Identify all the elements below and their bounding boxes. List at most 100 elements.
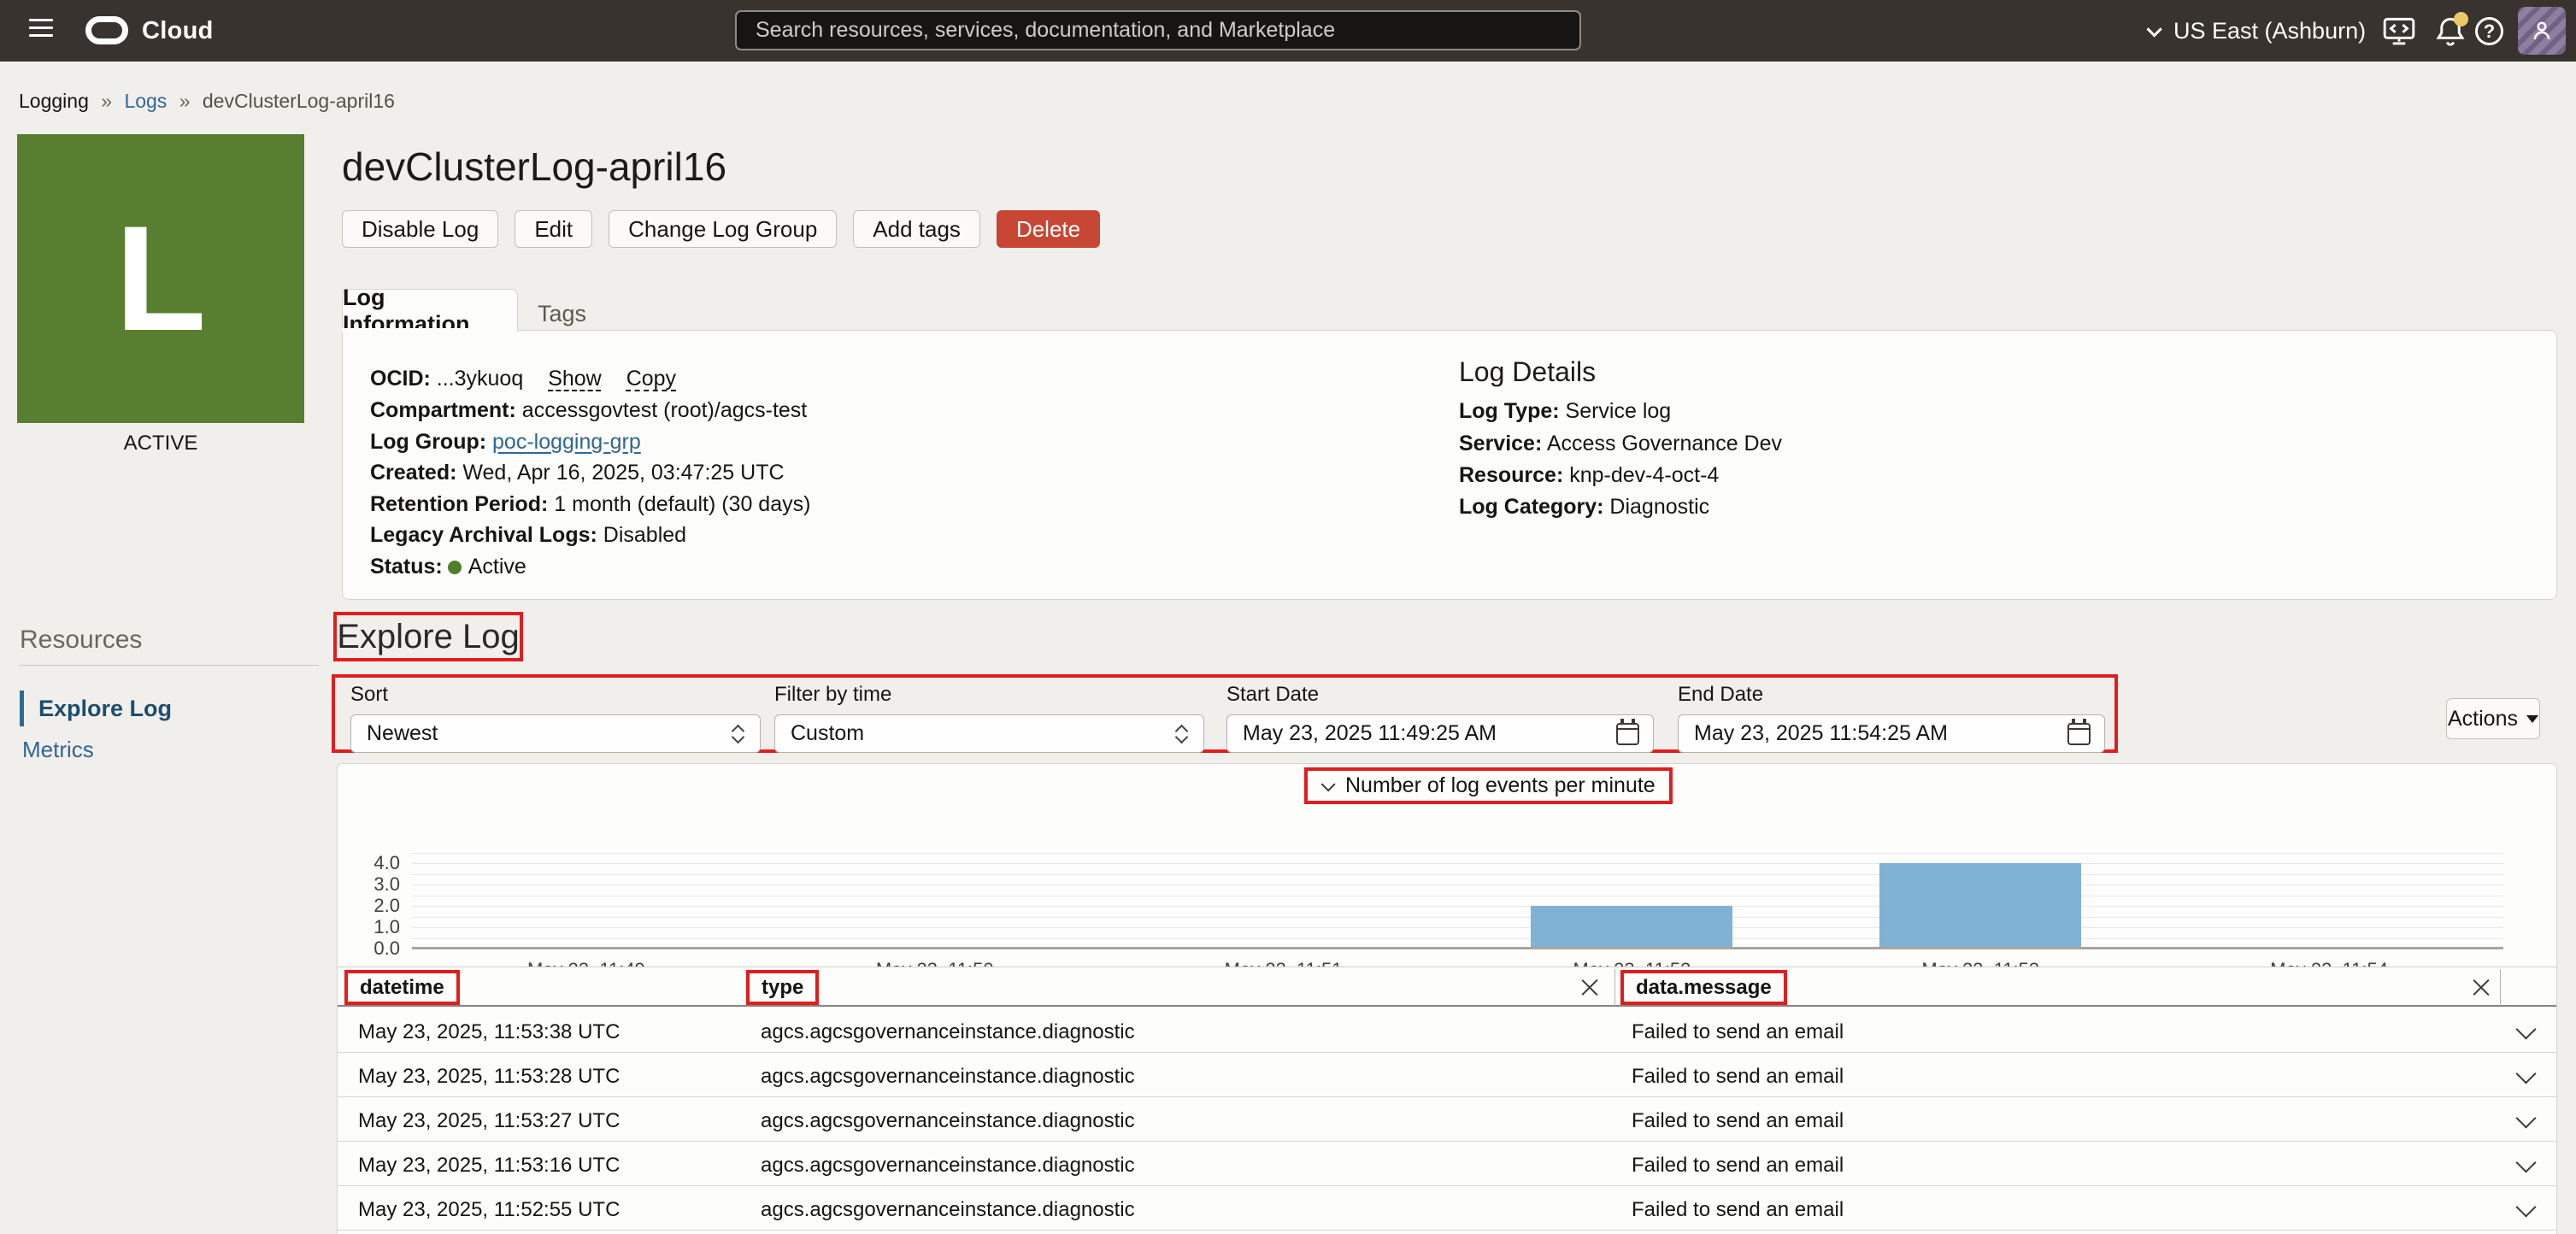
ocid-copy-link[interactable]: Copy — [626, 367, 676, 391]
caret-down-icon — [2526, 715, 2538, 723]
calendar-icon[interactable] — [2067, 723, 2091, 745]
log-category-label: Log Category: — [1459, 495, 1603, 519]
user-avatar[interactable] — [2518, 7, 2566, 55]
resource-value: knp-dev-4-oct-4 — [1569, 463, 1719, 487]
calendar-icon[interactable] — [1616, 723, 1639, 745]
log-details-heading: Log Details — [1459, 356, 1596, 388]
legacy-archival-label: Legacy Archival Logs: — [370, 523, 597, 547]
cell-datetime: May 23, 2025, 11:53:27 UTC — [358, 1109, 620, 1133]
y-tick-label: 2.0 — [350, 895, 400, 917]
region-selector[interactable]: US East (Ashburn) — [2147, 15, 2366, 46]
log-information-panel: OCID: ...3ykuoq Show Copy Compartment: a… — [342, 330, 2557, 600]
compartment-value: accessgovtest (root)/agcs-test — [522, 398, 807, 422]
created-label: Created: — [370, 461, 456, 485]
notification-badge — [2454, 12, 2468, 26]
cell-message: Failed to send an email — [1632, 1020, 1844, 1044]
chart-title: Number of log events per minute — [1345, 773, 1656, 798]
expand-row-chevron-icon[interactable] — [2515, 1196, 2536, 1217]
chart-plot: 0.01.02.03.04.0May 23, 11:49May 23, 11:5… — [412, 808, 2503, 949]
sidebar-item-explore-log[interactable]: Explore Log — [20, 690, 172, 726]
gridline — [412, 938, 2503, 939]
log-category-row: Log Category: Diagnostic — [1459, 495, 1709, 520]
oci-console-screen: Cloud US East (Ashburn) ? Logging » Logs… — [0, 0, 2576, 1234]
breadcrumb-separator: » — [101, 90, 112, 112]
expand-row-chevron-icon[interactable] — [2515, 1152, 2536, 1172]
disable-log-button[interactable]: Disable Log — [342, 210, 498, 248]
remove-message-column-icon[interactable] — [2471, 977, 2491, 997]
table-row[interactable]: May 23, 2025, 11:52:55 UTC agcs.agcsgove… — [338, 1186, 2556, 1231]
resources-divider — [20, 665, 319, 666]
ocid-label: OCID: — [370, 367, 431, 391]
brand-label: Cloud — [142, 17, 214, 45]
y-tick-label: 3.0 — [350, 873, 400, 896]
table-row[interactable]: May 23, 2025, 11:53:16 UTC agcs.agcsgove… — [338, 1142, 2556, 1186]
table-row[interactable]: May 23, 2025, 11:53:28 UTC agcs.agcsgove… — [338, 1053, 2556, 1097]
gridline — [412, 874, 2503, 875]
search-input[interactable] — [735, 10, 1581, 50]
column-divider — [1614, 969, 1615, 1006]
created-row: Created: Wed, Apr 16, 2025, 03:47:25 UTC — [370, 461, 785, 485]
cloud-shell-icon[interactable] — [2383, 15, 2415, 48]
column-header-datetime: datetime — [360, 976, 444, 1000]
ocid-show-link[interactable]: Show — [548, 367, 602, 391]
cell-datetime: May 23, 2025, 11:53:28 UTC — [358, 1065, 620, 1089]
hamburger-menu-icon[interactable] — [29, 19, 55, 41]
gridline — [412, 863, 2503, 864]
start-date-field: Start Date May 23, 2025 11:49:25 AM — [1226, 683, 1654, 753]
log-category-value: Diagnostic — [1609, 495, 1709, 519]
tab-tags[interactable]: Tags — [538, 301, 586, 327]
notifications-bell-icon[interactable] — [2434, 15, 2467, 48]
tab-log-information[interactable]: Log Information — [342, 289, 518, 332]
table-row[interactable]: May 23, 2025, 11:53:38 UTC agcs.agcsgove… — [338, 1008, 2556, 1053]
log-events-chart: 0.01.02.03.04.0May 23, 11:49May 23, 11:5… — [338, 808, 2558, 967]
remove-type-column-icon[interactable] — [1579, 977, 1600, 997]
filter-bar: Sort Newest Filter by time Custom Start … — [332, 674, 2118, 753]
log-entity-icon: L — [17, 134, 304, 423]
sort-select[interactable]: Newest — [350, 714, 761, 753]
explore-log-sheet: Number of log events per minute 0.01.02.… — [337, 763, 2557, 1234]
cell-message: Failed to send an email — [1632, 1065, 1844, 1089]
legacy-archival-row: Legacy Archival Logs: Disabled — [370, 523, 686, 548]
resource-row: Resource: knp-dev-4-oct-4 — [1459, 463, 1719, 488]
resource-label: Resource: — [1459, 463, 1563, 487]
gridline — [412, 884, 2503, 885]
select-spinner-icon — [732, 721, 746, 747]
datetime-header-annotation: datetime — [344, 970, 460, 1005]
delete-button[interactable]: Delete — [997, 210, 1100, 248]
chart-bar — [1879, 863, 2081, 949]
edit-button[interactable]: Edit — [515, 210, 592, 248]
gridline — [412, 906, 2503, 907]
cell-message: Failed to send an email — [1632, 1198, 1844, 1222]
sidebar-item-metrics[interactable]: Metrics — [22, 737, 94, 763]
change-log-group-button[interactable]: Change Log Group — [609, 210, 837, 248]
add-tags-button[interactable]: Add tags — [853, 210, 980, 248]
expand-row-chevron-icon[interactable] — [2515, 1063, 2536, 1084]
end-date-value: May 23, 2025 11:54:25 AM — [1694, 721, 1948, 746]
breadcrumb-logging[interactable]: Logging — [19, 90, 89, 112]
breadcrumb-separator: » — [179, 90, 191, 112]
service-row: Service: Access Governance Dev — [1459, 432, 1782, 456]
expand-row-chevron-icon[interactable] — [2515, 1019, 2536, 1039]
breadcrumb-logs[interactable]: Logs — [124, 90, 167, 112]
actions-dropdown-button[interactable]: Actions — [2446, 698, 2540, 739]
start-date-input[interactable]: May 23, 2025 11:49:25 AM — [1226, 714, 1654, 753]
table-row[interactable]: May 23, 2025, 11:53:27 UTC agcs.agcsgove… — [338, 1097, 2556, 1142]
region-label: US East (Ashburn) — [2173, 18, 2366, 44]
log-group-label: Log Group: — [370, 430, 486, 454]
log-group-link[interactable]: poc-logging-grp — [492, 430, 641, 454]
filter-by-time-select[interactable]: Custom — [774, 714, 1204, 753]
y-tick-label: 0.0 — [350, 937, 400, 960]
entity-letter: L — [115, 204, 207, 354]
end-date-input[interactable]: May 23, 2025 11:54:25 AM — [1678, 714, 2105, 753]
filter-by-time-field: Filter by time Custom — [774, 683, 1204, 753]
status-label: Status: — [370, 555, 443, 579]
chart-collapse-toggle[interactable]: Number of log events per minute — [1304, 767, 1673, 804]
expand-row-chevron-icon[interactable] — [2515, 1108, 2536, 1128]
cell-datetime: May 23, 2025, 11:53:38 UTC — [358, 1020, 620, 1044]
sort-field: Sort Newest — [350, 683, 761, 753]
legacy-archival-value: Disabled — [603, 523, 686, 547]
gridline — [412, 927, 2503, 928]
filter-by-time-value: Custom — [791, 721, 864, 746]
help-icon[interactable]: ? — [2475, 17, 2503, 45]
x-axis-line — [412, 947, 2503, 949]
